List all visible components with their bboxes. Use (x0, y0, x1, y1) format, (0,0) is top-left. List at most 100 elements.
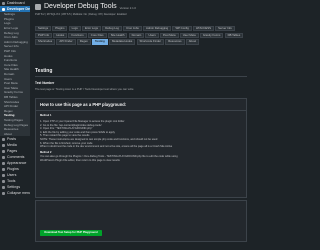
tab-gravity-forms[interactable]: Gravity Forms (199, 32, 224, 38)
tab-wp-config[interactable]: WP Config (172, 26, 192, 32)
sidebar-item-label: Dashboard (7, 1, 25, 5)
card-body: Method 1 1. Open FTP or your Cpanel File… (36, 111, 246, 165)
sidebar-item-label: About (4, 131, 12, 136)
instruction-line: WordPress's Plugin File editor, then ret… (40, 158, 120, 162)
sidebar-item-label: Cron Jobs (4, 35, 18, 40)
tab-settings[interactable]: Settings (35, 26, 52, 32)
tab-metadata-hooks[interactable]: Metadata Hooks (108, 39, 136, 45)
tab-resources[interactable]: Resources (165, 39, 185, 45)
tab-label: Shortcodes (38, 39, 53, 44)
tab-server-info[interactable]: Server Info (215, 26, 235, 32)
tab-logs[interactable]: Logs (68, 26, 81, 32)
tab-domain[interactable]: Domain (128, 32, 145, 38)
sidebar-item-label: Resources (4, 127, 19, 132)
sidebar-item-label: Plugins (4, 16, 14, 21)
menu-icon (2, 1, 5, 5)
tab-label: Resources (168, 39, 182, 44)
tab-label: Gravity Forms (202, 32, 221, 37)
sidebar-item-collapse-menu[interactable]: Collapse menu (0, 190, 30, 196)
menu-icon (2, 191, 5, 195)
sidebar-item-label: Admin Debugging (4, 39, 28, 44)
sidebar-item-label: Pages (7, 149, 18, 154)
tab-label: PHP Info (38, 32, 50, 37)
sidebar-item-admin-debugging[interactable]: Admin Debugging (0, 39, 30, 45)
tab-label: Logs (71, 26, 78, 31)
tab-user-meta[interactable]: User Meta (179, 32, 199, 38)
tab-users[interactable]: Users (145, 32, 159, 38)
sidebar-item-label: Error Logs (4, 26, 19, 31)
tab-label: Functions (71, 32, 84, 37)
tab-php-info[interactable]: PHP Info (35, 32, 53, 38)
tab-label: Plugins (55, 26, 65, 31)
sidebar-item-label: Hooks (4, 53, 13, 58)
card-header: How to use this page as a PHP playground… (36, 99, 246, 111)
sidebar-item-label: Testing (4, 113, 15, 118)
tab-error-logs[interactable]: Error Logs (81, 26, 101, 32)
sidebar-item-label: Appearance (7, 161, 27, 166)
menu-icon (2, 161, 5, 165)
sidebar-item-label: PHP Info (4, 49, 16, 54)
tab-db-tables[interactable]: DB Tables (224, 32, 244, 38)
tab-admin-debugging[interactable]: Admin Debugging (143, 26, 172, 32)
tab-label: Regex (79, 39, 88, 44)
tab-htaccess[interactable]: HTACCESS (192, 26, 214, 32)
sidebar-item-label: Users (7, 173, 17, 178)
title-row: Developer Debug Tools Version 2.1.0 (35, 3, 245, 11)
tab-label: Debug Log (105, 26, 119, 31)
sidebar-item-label: Domain (4, 72, 15, 77)
tab-functions[interactable]: Functions (68, 32, 87, 38)
tab-label: Testing (95, 39, 105, 44)
menu-icon (2, 167, 5, 171)
download-button-label: Download Test Setup for PHP Playground (44, 231, 98, 235)
tab-label: WP Config (175, 26, 189, 31)
sidebar-item-label: Logs (4, 21, 11, 26)
test-number-heading: Test Number (35, 81, 55, 85)
tab-shortcodes[interactable]: Shortcodes (35, 39, 56, 45)
tab-label: Admin Debugging (146, 26, 169, 31)
tab-plugins[interactable]: Plugins (52, 26, 68, 32)
page-header: Developer Debug Tools Version 2.1.0 PHP … (30, 0, 250, 24)
tab-label: Hooks (56, 32, 65, 37)
tab-label: Settings (38, 26, 49, 31)
sidebar-item-debug-log-pages[interactable]: Debug Log Pages (0, 122, 30, 127)
tab-hooks[interactable]: Hooks (53, 32, 68, 38)
main-content: Developer Debug Tools Version 2.1.0 PHP … (30, 0, 250, 250)
tab-site-health[interactable]: Site Health (107, 32, 128, 38)
tab-core-files[interactable]: Core Files (87, 32, 107, 38)
menu-icon (2, 155, 5, 159)
tab-label: Metadata Hooks (111, 39, 133, 44)
sidebar-item-label: Debug Log (4, 30, 19, 35)
sidebar-item-label: Testing Pages (4, 117, 23, 122)
divider (35, 76, 247, 77)
tab-label: Error Logs (84, 26, 98, 31)
playground-download-card: Download Test Setup for PHP Playground (35, 200, 247, 242)
sidebar-item-label: Regex (4, 108, 13, 113)
sidebar-item-label: Shortcodes (4, 99, 20, 104)
tab-regex[interactable]: Regex (76, 39, 91, 45)
tab-testing[interactable]: Testing (92, 39, 108, 45)
tab-debug-log[interactable]: Debug Log (102, 26, 122, 32)
sidebar-item-label: Server Info (4, 44, 19, 49)
menu-icon (2, 143, 5, 147)
download-test-setup-button[interactable]: Download Test Setup for PHP Playground (40, 230, 102, 236)
page-title: Developer Debug Tools (44, 3, 117, 10)
tab-label: DB Tables (227, 32, 241, 37)
tab-label: Post Meta (162, 32, 176, 37)
tab-bar: Settings Plugins Logs Error Logs Debug Log Cr… (35, 26, 247, 45)
admin-sidebar: DashboardDeveloper Debug ToolsSettingsPl… (0, 0, 30, 250)
sidebar-item-label: Comments (7, 155, 25, 160)
menu-icon (2, 173, 5, 177)
tab-label: HTACCESS (195, 26, 211, 31)
sidebar-item-label: Media (7, 143, 17, 148)
tab-about[interactable]: About (185, 39, 200, 45)
menu-icon (2, 137, 5, 141)
menu-icon (2, 179, 5, 183)
tab-label: About (188, 39, 197, 44)
tab-cron-jobs[interactable]: Cron Jobs (123, 26, 142, 32)
playground-instructions-card: How to use this page as a PHP playground… (35, 98, 247, 198)
sidebar-item-label: Site Health (4, 67, 19, 72)
tab-api-finder[interactable]: API Finder (56, 39, 76, 45)
tab-post-meta[interactable]: Post Meta (159, 32, 179, 38)
menu-icon (2, 149, 5, 153)
tab-shortcode-finder[interactable]: Shortcode Finder (136, 39, 164, 45)
